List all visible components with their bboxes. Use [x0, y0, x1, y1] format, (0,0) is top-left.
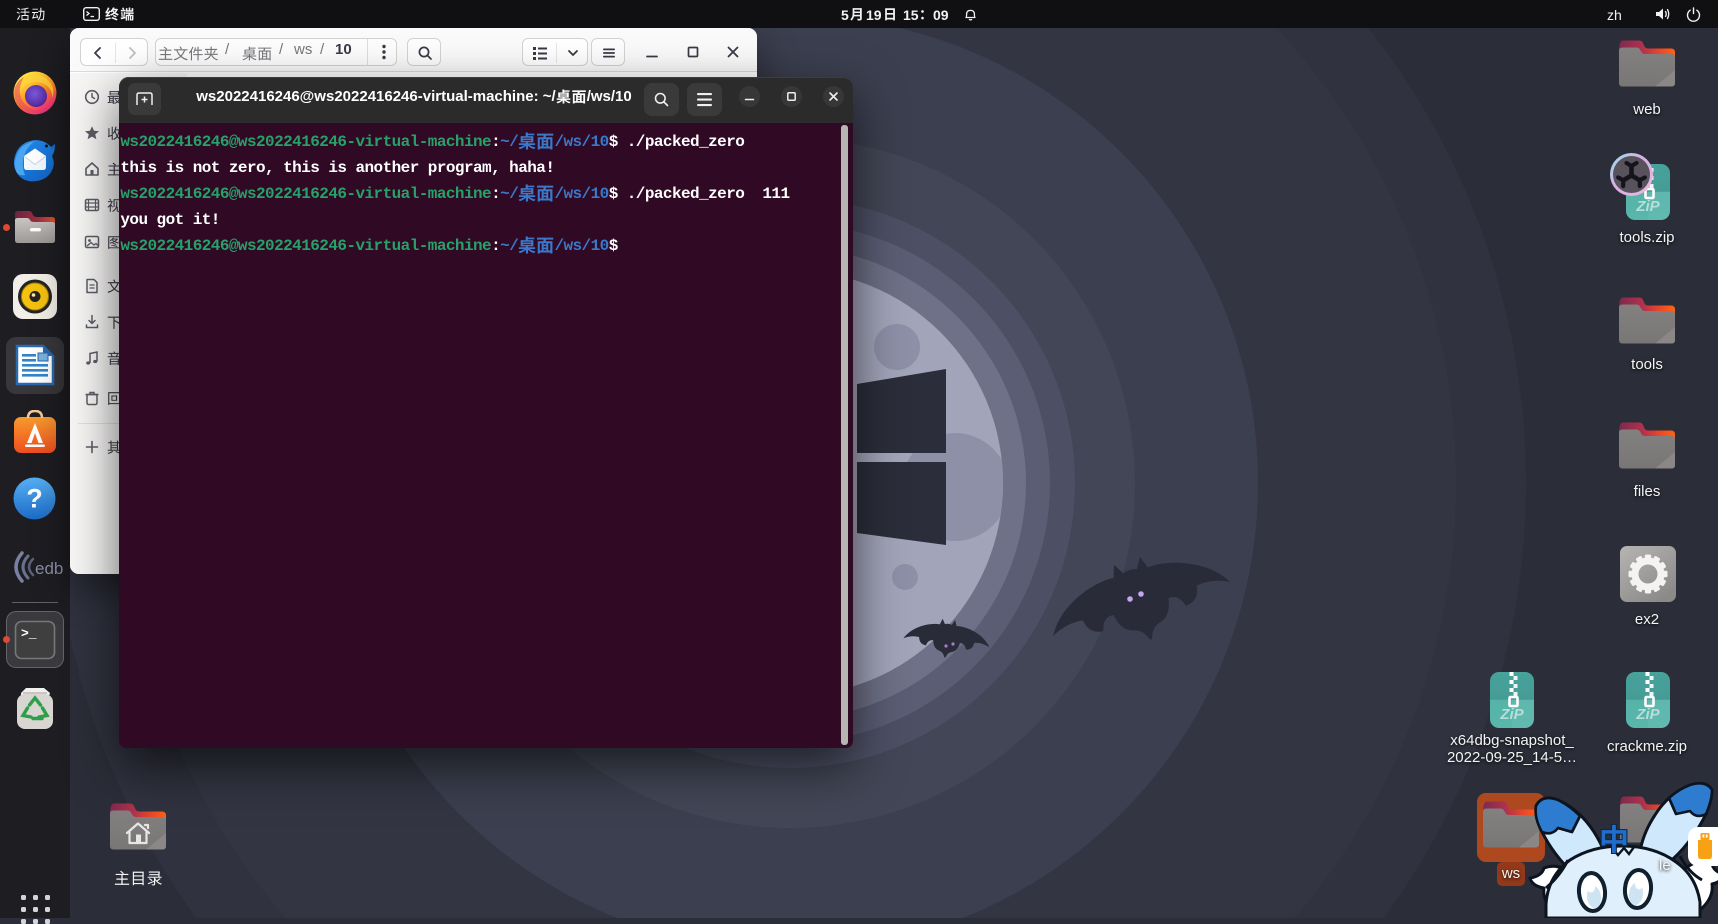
- svg-text:>_: >_: [21, 626, 37, 641]
- svg-text:?: ?: [26, 484, 43, 514]
- svg-text:ZiP: ZiP: [1499, 706, 1524, 723]
- svg-text:edb: edb: [35, 559, 63, 578]
- svg-text:ZiP: ZiP: [1635, 198, 1660, 215]
- svg-text:ZiP: ZiP: [1635, 706, 1660, 723]
